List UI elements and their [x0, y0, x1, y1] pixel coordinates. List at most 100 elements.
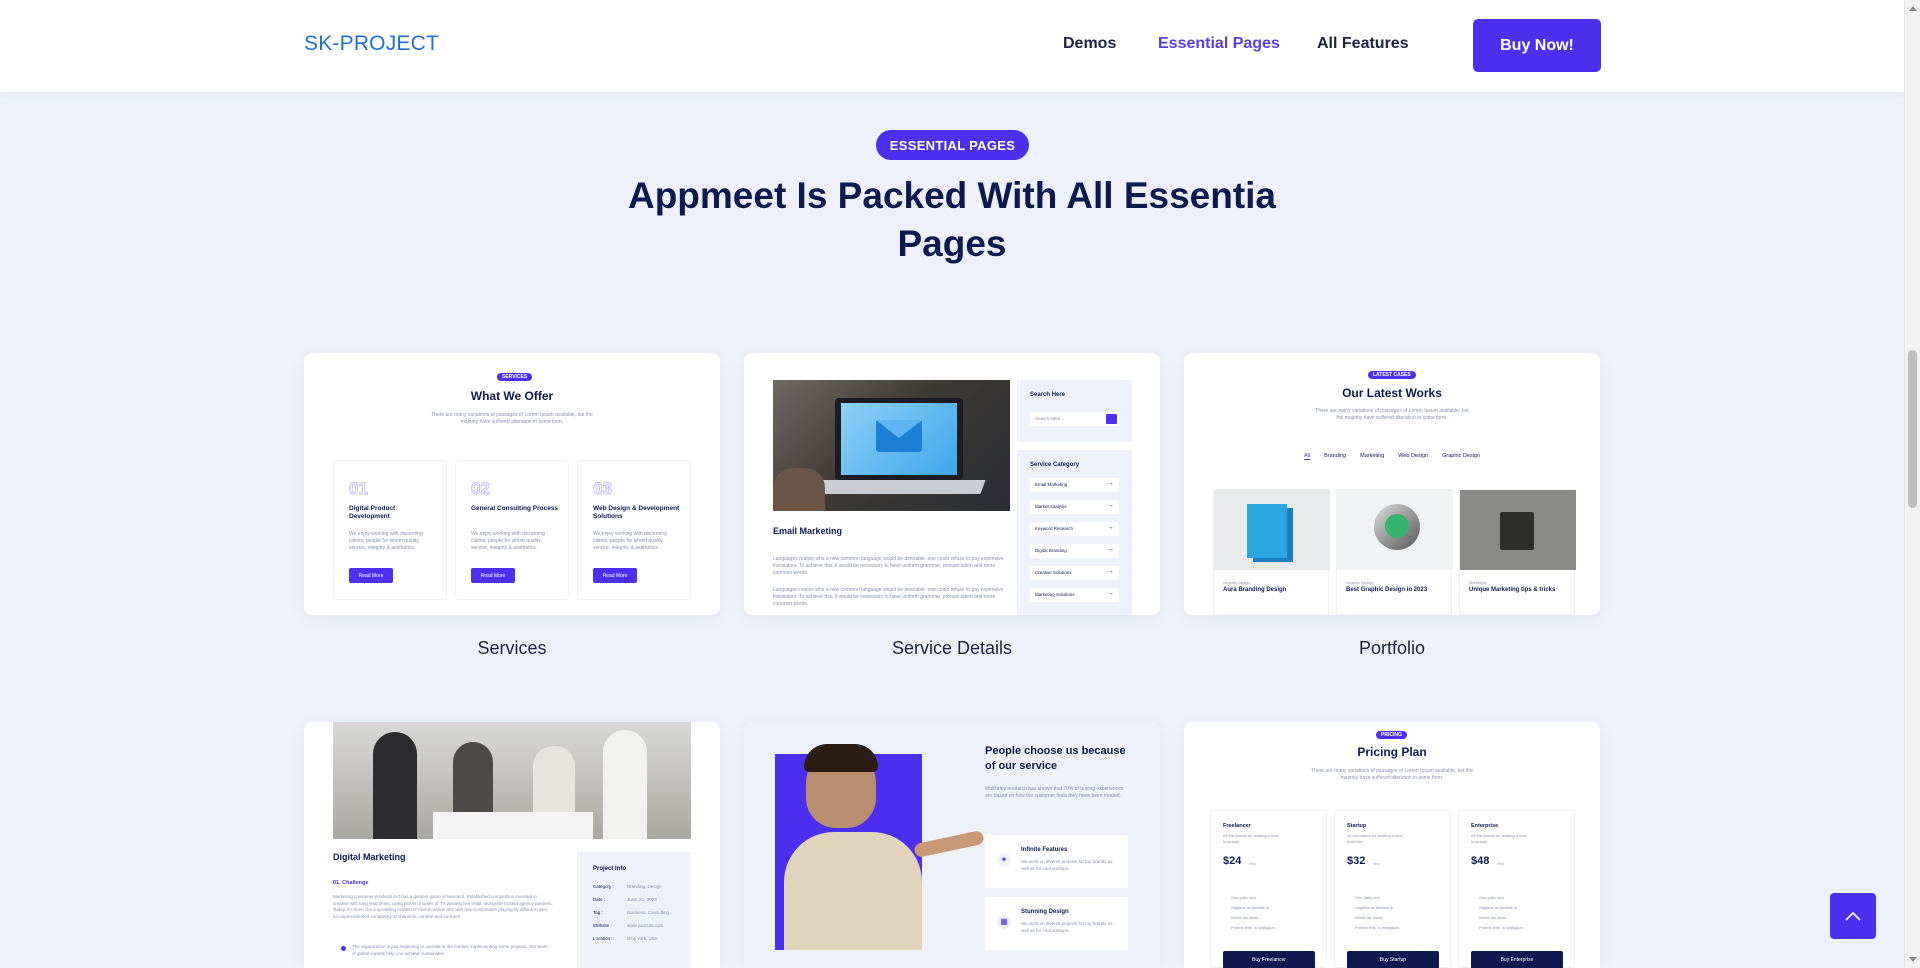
team-image [333, 722, 691, 839]
category-title: Service Category [1030, 462, 1080, 468]
info-key: Location : [593, 936, 613, 941]
card-portfolio[interactable]: LATEST CASES Our Latest Works There are … [1184, 353, 1600, 615]
preview-badge: SERVICES [497, 373, 533, 381]
preview-desc: There are many variations of passages of… [431, 412, 593, 425]
category-widget: Service Category Email Marketing → Market… [1017, 450, 1132, 615]
buy-plan-button[interactable]: Buy Enterprise [1471, 951, 1563, 968]
nav-all-features[interactable]: All Features [1317, 35, 1409, 53]
feature-item: ✦ Infinite Features We work on diverse p… [985, 835, 1128, 888]
card-label-services[interactable]: Services [304, 638, 720, 659]
preview-title: Email Marketing [773, 526, 843, 536]
category-item[interactable]: Market Analysis → [1030, 500, 1119, 514]
work-item[interactable]: Marketing Unique Marketing tips & tricks [1459, 489, 1576, 615]
section-title: Appmeet Is Packed With All Essentia Page… [627, 175, 1277, 264]
buy-now-button[interactable]: Buy Now! [1473, 19, 1601, 72]
scroll-up-icon[interactable] [1909, 6, 1917, 11]
pricing-plan: Freelancer All the basics for starting a… [1210, 810, 1327, 968]
preview-desc: Multilatey research has shown that 70% o… [985, 786, 1124, 799]
service-title: Web Design & Development Solutions [593, 505, 680, 520]
scroll-down-icon[interactable] [1909, 957, 1917, 962]
work-category: Graphic Design [1346, 580, 1374, 585]
filter-tab[interactable]: Graphic Design [1442, 453, 1480, 460]
service-number: 03 [593, 479, 613, 499]
person-arm [913, 829, 985, 859]
info-value: www.yoursite.com [627, 923, 664, 928]
plan-sub: All the basics for starting a new busine… [1471, 833, 1527, 844]
work-title: Aura Branding Design [1223, 587, 1287, 593]
preview-title: Our Latest Works [1342, 386, 1442, 400]
service-title: Digital Product Development [349, 505, 396, 520]
filter-tab[interactable]: Web Design [1398, 453, 1428, 460]
scroll-thumb[interactable] [1908, 350, 1917, 508]
category-item[interactable]: Digital Branding → [1030, 544, 1119, 558]
plan-name: Freelancer [1223, 823, 1251, 829]
category-item[interactable]: Keyword Research → [1030, 522, 1119, 536]
category-item[interactable]: Creative Solutions → [1030, 566, 1119, 580]
card-label-service-details[interactable]: Service Details [744, 638, 1160, 659]
plan-name: Startup [1347, 823, 1367, 829]
plan-feature: One patio slot [1355, 895, 1380, 900]
filter-tab[interactable]: Branding [1324, 453, 1346, 460]
arrow-right-icon: → [1107, 524, 1114, 531]
preview-badge: LATEST CASES [1368, 371, 1416, 379]
preview-title: What We Offer [470, 389, 554, 403]
work-category: Marketing [1469, 580, 1487, 585]
search-icon[interactable] [1106, 414, 1117, 424]
plan-feature: Sagittus ac facilisis in. [1231, 905, 1271, 910]
card-about[interactable]: People choose us because of our service … [744, 722, 1160, 968]
plan-feature: World tax issue. [1231, 915, 1260, 920]
arrow-right-icon: → [1107, 590, 1114, 597]
category-label: Market Analysis [1035, 504, 1067, 509]
nav-essential-pages[interactable]: Essential Pages [1158, 35, 1280, 53]
buy-plan-button[interactable]: Buy Startup [1347, 951, 1439, 968]
work-item[interactable]: Graphic Design Aura Branding Design [1213, 489, 1330, 615]
search-placeholder: Search Here... [1035, 416, 1065, 421]
plan-feature: Potenti felis, in vestigium. [1479, 925, 1525, 930]
category-label: Keyword Research [1035, 526, 1074, 531]
plan-sub: All the basics for starting a new busine… [1223, 833, 1279, 844]
chevron-up-icon [1845, 911, 1861, 921]
buy-plan-button[interactable]: Buy Freelancer [1223, 951, 1315, 968]
person-hair [804, 744, 878, 772]
read-more-button[interactable]: Read More [593, 568, 637, 583]
preview-title: Digital Marketing [333, 852, 406, 862]
preview-badge: PRICING [1376, 731, 1407, 739]
category-item[interactable]: Marketing Solutions → [1030, 588, 1119, 602]
card-service-details[interactable]: Email Marketing Languages realize who a … [744, 353, 1160, 615]
work-item[interactable]: Graphic Design Best Graphic Design in 20… [1336, 489, 1453, 615]
nav-demos[interactable]: Demos [1063, 35, 1116, 53]
challenge-heading: 01. Challenge [333, 880, 369, 886]
site-logo[interactable]: SK-PROJECT [304, 32, 439, 56]
info-key: Date : [593, 897, 606, 902]
info-value: Branding, Design [627, 884, 662, 889]
arrow-right-icon: → [1107, 480, 1114, 487]
read-more-button[interactable]: Read More [471, 568, 515, 583]
feature-text: We work on diverse projects for top bran… [1021, 859, 1113, 871]
card-pricing[interactable]: PRICING Pricing Plan There are many vari… [1184, 722, 1600, 968]
read-more-button[interactable]: Read More [349, 568, 393, 583]
service-number: 01 [349, 479, 369, 499]
work-category: Graphic Design [1223, 580, 1251, 585]
plan-feature: Potenti felis, in vestigium. [1231, 925, 1277, 930]
plan-price: $24 [1223, 855, 1242, 867]
search-input[interactable]: Search Here... [1030, 412, 1119, 426]
plan-feature: Potenti felis, in vestigium. [1355, 925, 1401, 930]
service-item: 01 Digital Product Development We enjoy … [333, 460, 447, 600]
card-services[interactable]: SERVICES What We Offer There are many va… [304, 353, 720, 615]
feature-title: Infinite Features [1021, 847, 1068, 853]
back-to-top-button[interactable] [1830, 893, 1876, 939]
search-title: Search Here [1030, 392, 1066, 398]
pricing-plan: Startup All the basics for starting a ne… [1334, 810, 1451, 968]
page-scrollbar[interactable] [1904, 0, 1920, 968]
filter-tab[interactable]: All [1303, 453, 1311, 460]
filter-tab[interactable]: Marketing [1360, 453, 1384, 460]
preview-text: Marketing consumer products fort has a g… [333, 894, 553, 919]
work-title: Best Graphic Design in 2023 [1346, 587, 1428, 593]
service-number: 02 [471, 479, 491, 499]
card-digital-marketing[interactable]: Digital Marketing 01. Challenge Marketin… [304, 722, 720, 968]
category-item[interactable]: Email Marketing → [1030, 478, 1119, 492]
card-label-portfolio[interactable]: Portfolio [1184, 638, 1600, 659]
preview-text-2: Languages realize who a new common langu… [773, 587, 1004, 607]
project-info: Project Info Category : Branding, Design… [577, 852, 691, 968]
filter-tabs: All Branding Marketing Web Design Graphi… [1184, 453, 1600, 460]
